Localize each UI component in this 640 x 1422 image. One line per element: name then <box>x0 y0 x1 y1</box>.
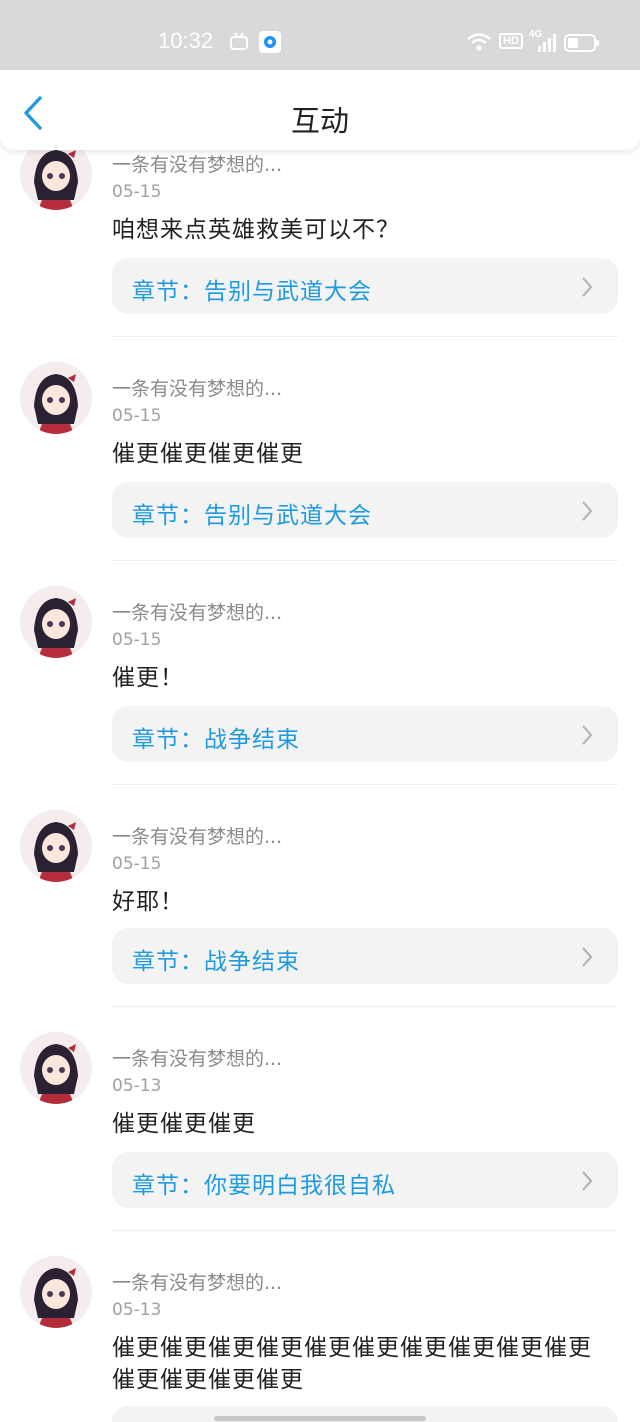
chapter-link-label: 章节：告别与武道大会 <box>132 279 372 305</box>
divider <box>112 336 618 337</box>
chevron-right-icon <box>582 277 593 297</box>
chapter-link-label: 章节：你要明白我很自私 <box>132 1173 396 1199</box>
chapter-link-label: 章节：告别与武道大会 <box>132 503 372 529</box>
signal-icon <box>538 34 556 52</box>
chevron-right-icon <box>582 947 593 967</box>
top-nav-bar: 互动 <box>0 70 640 150</box>
username: 一条有没有梦想的... <box>112 378 283 400</box>
divider <box>112 1230 618 1231</box>
comment-feed[interactable]: 一条有没有梦想的... 05-15 咱想来点英雄救美可以不？ 章节：告别与武道大… <box>0 0 640 1422</box>
comment-text: 催更催更催更催更催更催更催更催更催更催更催更催更催更催更 <box>112 1335 592 1393</box>
home-indicator[interactable] <box>214 1416 426 1421</box>
chapter-link[interactable]: 章节：战争结束 <box>112 706 618 762</box>
username: 一条有没有梦想的... <box>112 1272 283 1294</box>
comment-text: 催更！ <box>112 665 184 691</box>
comment-date: 05-15 <box>112 854 162 874</box>
avatar[interactable] <box>20 1032 92 1104</box>
avatar[interactable] <box>20 586 92 658</box>
username: 一条有没有梦想的... <box>112 154 283 176</box>
username: 一条有没有梦想的... <box>112 602 283 624</box>
comment-date: 05-15 <box>112 182 162 202</box>
page-title: 互动 <box>290 104 349 138</box>
battery-icon <box>564 34 599 52</box>
chapter-link[interactable]: 章节：你要明白我很自私 <box>112 1152 618 1208</box>
divider <box>112 784 618 785</box>
chevron-right-icon <box>582 725 593 745</box>
chapter-link[interactable]: 章节：告别与武道大会 <box>112 258 618 314</box>
status-time: 10:32 <box>158 28 214 53</box>
comment-text: 咱想来点英雄救美可以不？ <box>112 217 400 243</box>
comment-date: 05-15 <box>112 630 162 650</box>
avatar[interactable] <box>20 1256 92 1328</box>
wifi-icon <box>467 33 491 51</box>
app-notification-icon <box>230 32 248 50</box>
avatar[interactable] <box>20 362 92 434</box>
comment-text: 催更催更催更 <box>112 1111 256 1137</box>
chapter-link-label: 章节：战争结束 <box>132 949 300 975</box>
username: 一条有没有梦想的... <box>112 826 283 848</box>
chapter-link[interactable]: 章节：战争结束 <box>112 928 618 984</box>
divider <box>112 1006 618 1007</box>
comment-text: 好耶！ <box>112 889 184 915</box>
chapter-link[interactable]: 章节：告别与武道大会 <box>112 482 618 538</box>
chevron-right-icon <box>582 1171 593 1191</box>
chapter-link-label: 章节：战争结束 <box>132 727 300 753</box>
hd-badge: HD <box>499 33 523 49</box>
comment-date: 05-15 <box>112 406 162 426</box>
chevron-right-icon <box>582 501 593 521</box>
comment-text: 催更催更催更催更 <box>112 441 304 467</box>
avatar[interactable] <box>20 810 92 882</box>
comment-date: 05-13 <box>112 1300 162 1320</box>
comment-date: 05-13 <box>112 1076 162 1096</box>
status-bar: 10:32 HD 4G <box>0 0 640 72</box>
divider <box>112 560 618 561</box>
browser-notification-icon <box>259 31 281 53</box>
username: 一条有没有梦想的... <box>112 1048 283 1070</box>
